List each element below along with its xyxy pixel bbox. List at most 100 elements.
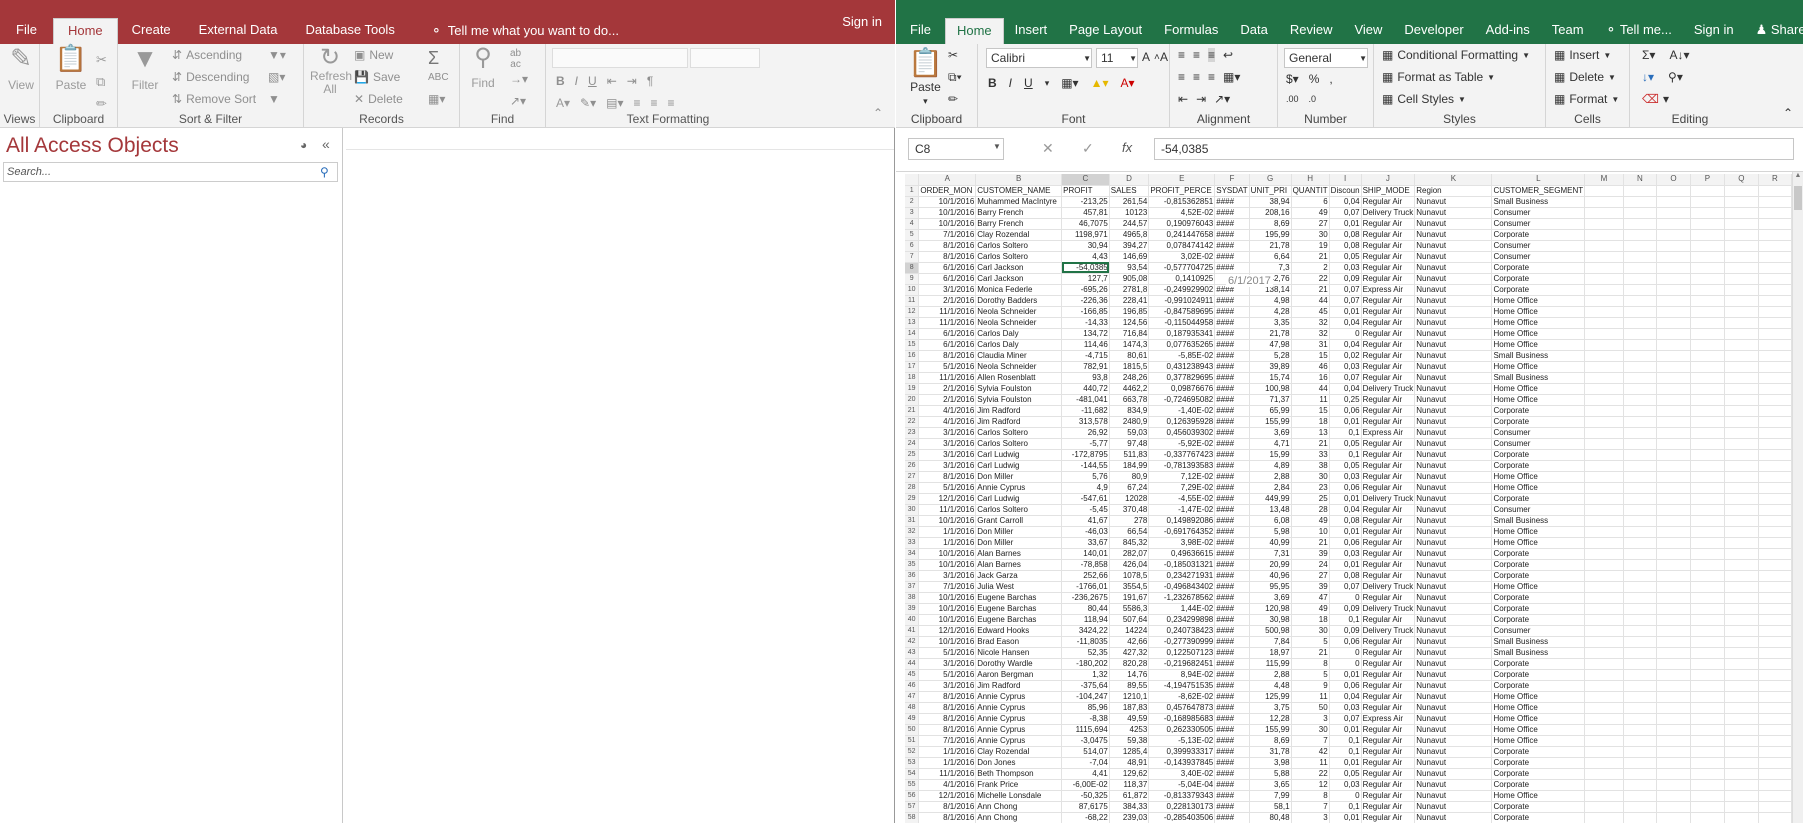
cell[interactable]: -0,143937845 <box>1148 757 1216 769</box>
cell[interactable]: Nunavut <box>1414 702 1493 714</box>
cell[interactable] <box>1623 328 1657 340</box>
cell[interactable]: Dorothy Wardle <box>975 658 1063 670</box>
cell[interactable] <box>1690 273 1725 285</box>
cell[interactable] <box>1584 746 1624 758</box>
cell[interactable] <box>1758 658 1792 670</box>
cell[interactable] <box>1623 592 1657 604</box>
cell[interactable] <box>1724 757 1759 769</box>
cell[interactable] <box>1584 757 1624 769</box>
cell[interactable]: Nunavut <box>1414 416 1493 428</box>
cell[interactable]: -0,337767423 <box>1148 449 1216 461</box>
cell[interactable]: -144,55 <box>1061 460 1110 472</box>
cell[interactable]: 30 <box>1291 471 1330 483</box>
cell[interactable] <box>1724 592 1759 604</box>
cell[interactable]: 6,08 <box>1249 515 1292 527</box>
cell[interactable]: #### <box>1214 394 1250 406</box>
cell[interactable] <box>1724 394 1759 406</box>
cell[interactable] <box>1724 515 1759 527</box>
excel-tab-team[interactable]: Team <box>1541 18 1595 44</box>
cell[interactable] <box>1758 350 1792 362</box>
cell[interactable]: 21 <box>1291 251 1330 263</box>
cell[interactable]: 3,02E-02 <box>1148 251 1216 263</box>
cell[interactable] <box>1656 515 1691 527</box>
cell[interactable]: 3,69 <box>1249 427 1292 439</box>
cell[interactable] <box>1724 262 1759 274</box>
row-header[interactable]: 15 <box>905 339 920 351</box>
cell[interactable]: Regular Air <box>1361 757 1416 769</box>
cell[interactable]: 23 <box>1291 482 1330 494</box>
cell[interactable]: -11,682 <box>1061 405 1110 417</box>
cell[interactable]: 905,08 <box>1109 273 1150 285</box>
cell[interactable]: 11/1/2016 <box>918 317 977 329</box>
cell[interactable]: Nunavut <box>1414 339 1493 351</box>
cell[interactable]: Carlos Soltero <box>975 240 1063 252</box>
cell[interactable] <box>1724 801 1759 813</box>
cell[interactable]: Nunavut <box>1414 669 1493 681</box>
cell[interactable] <box>1758 339 1792 351</box>
cell[interactable] <box>1758 251 1792 263</box>
cell[interactable]: 0,234271931 <box>1148 570 1216 582</box>
cell[interactable] <box>1584 702 1624 714</box>
cell[interactable]: Home Office <box>1491 537 1586 549</box>
cell[interactable]: 0,08 <box>1329 515 1362 527</box>
refresh-all-button[interactable]: ↻ Refresh All <box>310 46 352 96</box>
cell[interactable]: 4,41 <box>1061 768 1110 780</box>
excel-tab-data[interactable]: Data <box>1229 18 1278 44</box>
column-title-cell[interactable] <box>1623 185 1657 197</box>
cell[interactable]: #### <box>1214 416 1250 428</box>
cell[interactable]: -5,92E-02 <box>1148 438 1216 450</box>
cell[interactable]: 30 <box>1291 724 1330 736</box>
cell[interactable]: 0,04 <box>1329 196 1362 208</box>
cell[interactable] <box>1584 394 1624 406</box>
cell[interactable]: 4462,2 <box>1109 383 1150 395</box>
cell[interactable]: Consumer <box>1491 625 1586 637</box>
cell[interactable] <box>1623 427 1657 439</box>
cell[interactable] <box>1690 768 1725 780</box>
cell[interactable] <box>1623 647 1657 659</box>
cell[interactable]: 4,48 <box>1249 680 1292 692</box>
cell[interactable] <box>1584 482 1624 494</box>
cell[interactable] <box>1584 471 1624 483</box>
cell[interactable] <box>1690 306 1725 318</box>
cell[interactable] <box>1656 669 1691 681</box>
cell[interactable]: Nunavut <box>1414 768 1493 780</box>
cell[interactable]: 45 <box>1291 306 1330 318</box>
cell[interactable]: 9 <box>1291 680 1330 692</box>
cell[interactable] <box>1724 482 1759 494</box>
cell[interactable]: 1815,5 <box>1109 361 1150 373</box>
cell[interactable] <box>1656 812 1691 823</box>
cell[interactable] <box>1724 636 1759 648</box>
cell[interactable]: 820,28 <box>1109 658 1150 670</box>
cell[interactable]: 6/1/2016 <box>918 273 977 285</box>
cell[interactable]: 85,96 <box>1061 702 1110 714</box>
cell[interactable]: Home Office <box>1491 724 1586 736</box>
cell[interactable]: -1,232678562 <box>1148 592 1216 604</box>
cell[interactable]: Regular Air <box>1361 504 1416 516</box>
row-header[interactable]: 5 <box>905 229 920 241</box>
row-header[interactable]: 13 <box>905 317 920 329</box>
cell[interactable] <box>1758 372 1792 384</box>
access-tab-external-data[interactable]: External Data <box>185 18 292 44</box>
format-cells-button[interactable]: ▦ Format ▼ <box>1554 92 1619 106</box>
cell[interactable]: 1,32 <box>1061 669 1110 681</box>
cell[interactable] <box>1623 526 1657 538</box>
cell[interactable] <box>1758 471 1792 483</box>
cell[interactable]: Regular Air <box>1361 779 1416 791</box>
cell[interactable] <box>1623 251 1657 263</box>
share-button[interactable]: ♟ Share <box>1745 18 1803 44</box>
cell[interactable]: 0,190976043 <box>1148 218 1216 230</box>
cell[interactable]: 65,99 <box>1249 405 1292 417</box>
cell[interactable] <box>1656 647 1691 659</box>
cell[interactable]: 6 <box>1291 196 1330 208</box>
cell[interactable]: 10123 <box>1109 207 1150 219</box>
cell[interactable] <box>1584 295 1624 307</box>
excel-paste-button[interactable]: 📋 Paste ▾ <box>908 48 943 107</box>
cell[interactable] <box>1656 229 1691 241</box>
cell[interactable]: Grant Carroll <box>975 515 1063 527</box>
cell[interactable]: 8/1/2016 <box>918 702 977 714</box>
cell[interactable]: 21 <box>1291 284 1330 296</box>
cell[interactable] <box>1724 372 1759 384</box>
cell[interactable]: 30 <box>1291 625 1330 637</box>
cell[interactable]: 7,12E-02 <box>1148 471 1216 483</box>
column-title-cell[interactable] <box>1758 185 1792 197</box>
